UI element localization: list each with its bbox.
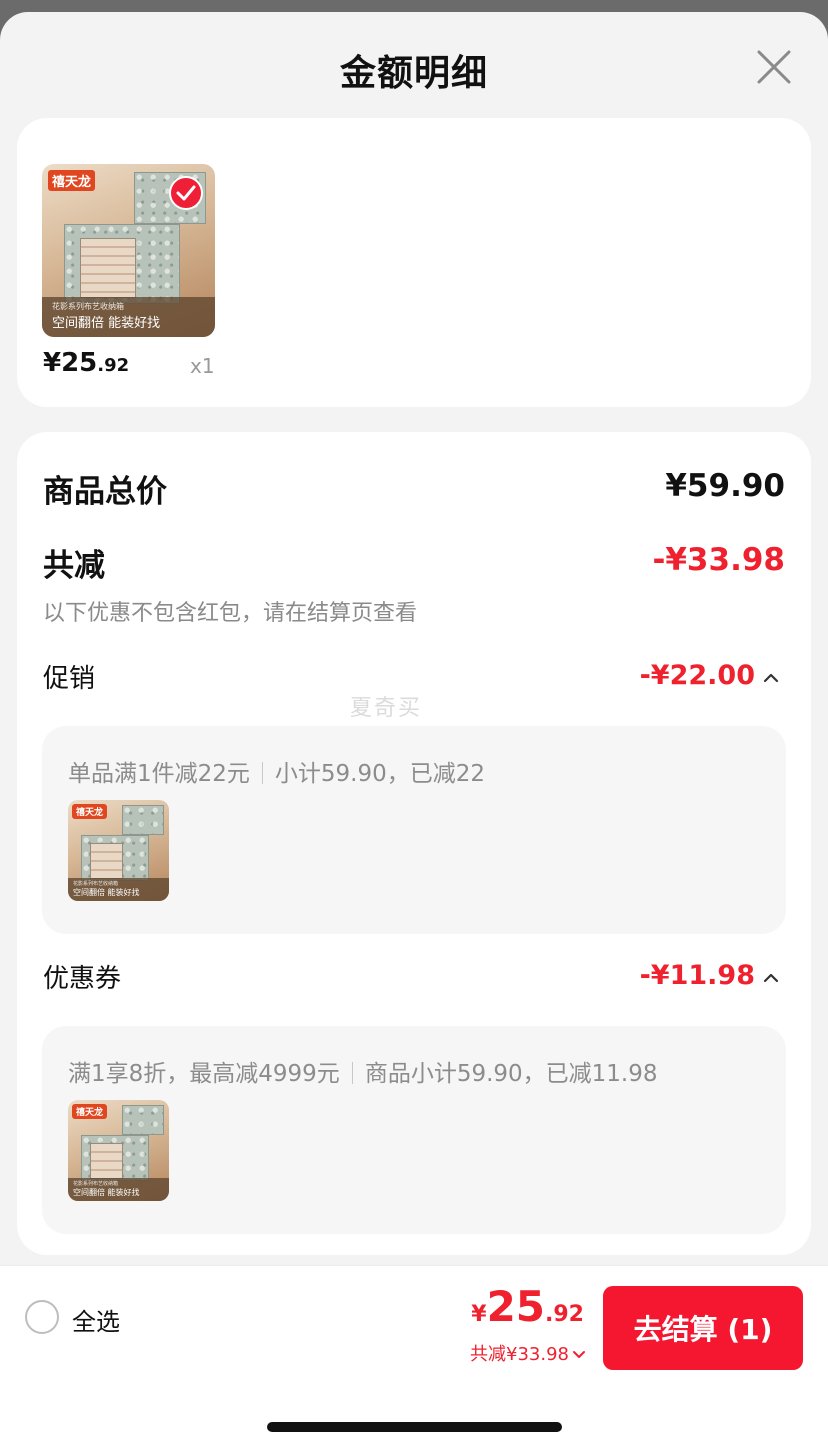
total-price-label: 商品总价 — [43, 474, 167, 510]
product-caption-text: 空间翻倍 能装好找 — [73, 1188, 140, 1197]
chevron-up-icon[interactable] — [762, 672, 780, 684]
discount-note: 以下优惠不包含红包，请在结算页查看 — [43, 601, 418, 626]
total-discount-value: -¥33.98 — [652, 542, 786, 578]
chevron-down-icon — [573, 1351, 585, 1358]
product-caption-text: 空间翻倍 能装好找 — [52, 316, 161, 331]
brand-logo: 禧天龙 — [72, 804, 108, 819]
close-icon[interactable] — [756, 49, 792, 85]
brand-logo: 禧天龙 — [72, 1104, 108, 1119]
product-image[interactable]: 禧天龙 花影系列布艺收纳箱 空间翻倍 能装好找 — [42, 164, 215, 337]
product-caption: 花影系列布艺收纳箱 空间翻倍 能装好找 — [68, 1178, 169, 1201]
watermark: 夏奇买 — [350, 696, 423, 721]
product-caption-small: 花影系列布艺收纳箱 — [52, 302, 124, 311]
coupon-detail-text: 满1享8折，最高减4999元 商品小计59.90，已减11.98 — [68, 1054, 658, 1088]
product-price-dec: .92 — [97, 355, 130, 376]
coupon-panel: 满1享8折，最高减4999元 商品小计59.90，已减11.98 禧天龙 花影系列… — [42, 1026, 786, 1234]
brand-logo: 禧天龙 — [48, 170, 96, 191]
selected-check[interactable] — [169, 176, 203, 210]
price-integer: 25 — [486, 1282, 546, 1331]
product-caption-small: 花影系列布艺收纳箱 — [73, 1181, 119, 1187]
discount-summary: 共减¥33.98 — [470, 1344, 569, 1365]
storage-box-window — [80, 238, 136, 298]
price-decimal: .92 — [545, 1302, 584, 1327]
promotion-detail-text: 单品满1件减22元 小计59.90，已减22 — [68, 754, 485, 788]
promotion-product-thumb[interactable]: 禧天龙 花影系列布艺收纳箱 空间翻倍 能装好找 — [68, 800, 169, 901]
storage-box-back — [122, 1105, 164, 1135]
product-card: 禧天龙 花影系列布艺收纳箱 空间翻倍 能装好找 ¥25.92 x1 — [17, 118, 811, 407]
product-caption-text: 空间翻倍 能装好找 — [73, 888, 140, 897]
home-indicator[interactable] — [267, 1422, 562, 1432]
checkout-button[interactable]: 去结算 (1) — [603, 1286, 803, 1370]
product-quantity: x1 — [190, 354, 215, 378]
storage-box-window — [90, 1143, 123, 1179]
coupon-product-thumb[interactable]: 禧天龙 花影系列布艺收纳箱 空间翻倍 能装好找 — [68, 1100, 169, 1201]
divider — [261, 762, 263, 784]
promotion-value[interactable]: -¥22.00 — [640, 660, 755, 691]
product-caption: 花影系列布艺收纳箱 空间翻倍 能装好找 — [68, 878, 169, 901]
price-symbol: ¥ — [471, 1302, 487, 1327]
storage-box-window — [90, 843, 123, 879]
select-all-radio[interactable] — [25, 1300, 59, 1334]
product-price-int: ¥25 — [43, 348, 98, 378]
price-detail-card: 商品总价 ¥59.90 共减 -¥33.98 以下优惠不包含红包，请在结算页查看… — [17, 432, 811, 1255]
payable-price: ¥25.92 — [471, 1282, 584, 1331]
storage-box-back — [122, 805, 164, 835]
promotion-subtotal: 小计59.90，已减22 — [274, 761, 486, 787]
amount-detail-sheet: 金额明细 禧天龙 花影系列布艺收纳箱 空间翻倍 能装好找 ¥25.92 x1 商… — [0, 12, 828, 1450]
divider — [351, 1062, 353, 1084]
product-caption-small: 花影系列布艺收纳箱 — [73, 881, 119, 887]
check-icon — [176, 185, 196, 201]
coupon-subtotal: 商品小计59.90，已减11.98 — [364, 1061, 658, 1087]
sheet-header: 金额明细 — [0, 12, 828, 120]
coupon-label: 优惠券 — [43, 964, 122, 994]
promotion-panel: 单品满1件减22元 小计59.90，已减22 禧天龙 花影系列布艺收纳箱 空间翻倍… — [42, 726, 786, 934]
coupon-value[interactable]: -¥11.98 — [640, 960, 755, 991]
total-discount-label: 共减 — [43, 548, 105, 584]
page-title: 金额明细 — [339, 53, 488, 94]
coupon-rule: 满1享8折，最高减4999元 — [68, 1061, 340, 1087]
total-price-value: ¥59.90 — [665, 468, 785, 504]
product-price: ¥25.92 — [43, 348, 129, 378]
chevron-up-icon[interactable] — [762, 972, 780, 984]
product-caption: 花影系列布艺收纳箱 空间翻倍 能装好找 — [42, 297, 215, 337]
select-all-label[interactable]: 全选 — [72, 1302, 120, 1337]
promotion-rule: 单品满1件减22元 — [68, 761, 250, 787]
discount-summary-toggle[interactable]: 共减¥33.98 — [470, 1340, 586, 1366]
promotion-label: 促销 — [43, 664, 96, 694]
